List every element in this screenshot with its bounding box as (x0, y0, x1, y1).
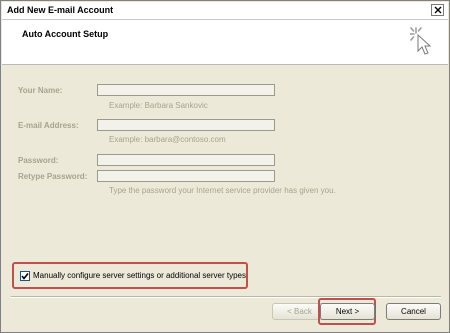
wizard-header: Auto Account Setup (2, 20, 448, 65)
footer-divider (11, 296, 441, 298)
name-label: Your Name: (18, 86, 63, 95)
retype-password-input[interactable] (97, 170, 275, 182)
add-account-dialog: Add New E-mail Account Auto Account Setu… (0, 0, 450, 333)
email-input[interactable] (97, 119, 275, 131)
password-label: Password: (18, 156, 59, 165)
password-hint: Type the password your Internet service … (109, 186, 336, 195)
retype-password-label: Retype Password: (18, 172, 88, 181)
manual-config-label: Manually configure server settings or ad… (33, 271, 246, 280)
close-icon (434, 6, 442, 14)
email-label: E-mail Address: (18, 121, 79, 130)
name-input[interactable] (97, 84, 275, 96)
password-input[interactable] (97, 154, 275, 166)
manual-config-option[interactable]: Manually configure server settings or ad… (12, 262, 248, 289)
window-title: Add New E-mail Account (7, 5, 114, 15)
page-title: Auto Account Setup (22, 29, 109, 39)
name-hint: Example: Barbara Sankovic (109, 101, 208, 110)
next-button[interactable]: Next > (320, 303, 375, 320)
close-button[interactable] (431, 4, 444, 16)
manual-config-checkbox[interactable] (20, 271, 30, 281)
checkmark-icon (21, 273, 29, 280)
setup-cursor-icon (410, 27, 432, 55)
title-bar: Add New E-mail Account (2, 2, 448, 20)
cancel-button[interactable]: Cancel (386, 303, 441, 320)
email-hint: Example: barbara@contoso.com (109, 135, 226, 144)
